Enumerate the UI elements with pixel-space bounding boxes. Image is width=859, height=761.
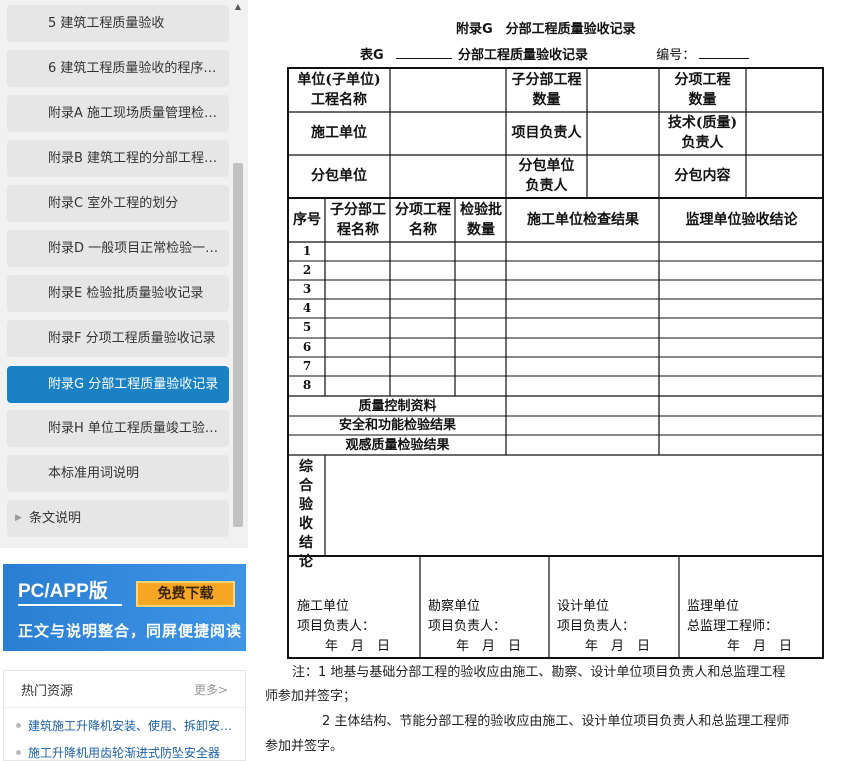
row-number: 1 [302, 244, 312, 258]
col-sub-header: 子分部工 程名称 [330, 202, 386, 238]
row-number: 2 [302, 263, 312, 277]
item-count-label: 分项工程 数量 [674, 72, 731, 108]
sign-date: 年 月 日 [456, 639, 522, 654]
sub-content-label: 分包内容 [674, 168, 731, 184]
row-number: 5 [302, 320, 312, 334]
sign-date: 年 月 日 [585, 639, 651, 654]
sign-block-supervisor: 监理单位 总监理工程师： 年 月 日 [687, 597, 792, 657]
sign-role: 项目负责人： [557, 619, 636, 634]
col-item-header: 分项工程 名称 [395, 202, 451, 238]
contractor-label: 施工单位 [311, 125, 367, 141]
subcontractor-label: 分包单位 [311, 168, 367, 184]
sign-role: 项目负责人： [428, 619, 507, 634]
sign-block-design: 设计单位 项目负责人： 年 月 日 [557, 597, 650, 657]
row-number: 8 [302, 378, 312, 392]
row-number: 4 [302, 301, 312, 315]
sign-org: 施工单位 [297, 599, 350, 614]
project-lead-label: 项目负责人 [511, 125, 582, 141]
unit-name-label: 单位(子单位) 工程名称 [297, 72, 381, 108]
col-batch-header: 检验批 数量 [460, 202, 502, 238]
sign-block-contractor: 施工单位 项目负责人： 年 月 日 [297, 597, 390, 657]
quality-data-label: 质量控制资料 [358, 398, 437, 414]
sub-lead-label: 分包单位 负责人 [518, 158, 575, 194]
sign-role: 总监理工程师： [687, 619, 779, 634]
tech-lead-label: 技术(质量) 负责人 [667, 115, 738, 151]
note-line: 师参加并签字； [265, 689, 357, 704]
sign-role: 项目负责人： [297, 619, 376, 634]
note-line: 2 主体结构、节能分部工程的验收应由施工、设计单位项目负责人和总监理工程师 [322, 714, 790, 729]
row-number: 7 [302, 359, 312, 373]
col-check-header: 施工单位检查结果 [527, 212, 639, 228]
sign-block-survey: 勘察单位 项目负责人： 年 月 日 [428, 597, 521, 657]
row-number: 3 [302, 282, 312, 296]
overall-conclusion-label: 综合验收结论 [299, 459, 313, 570]
sign-org: 监理单位 [687, 599, 740, 614]
note-line: 注：1 地基与基础分部工程的验收应由施工、勘察、设计单位项目负责人和总监理工程 [292, 665, 786, 680]
col-no-header: 序号 [293, 212, 321, 228]
page: 5 建筑工程质量验收 6 建筑工程质量验收的程序和组织 附录A 施工现场质量管理… [0, 0, 859, 761]
sign-org: 设计单位 [557, 599, 610, 614]
row-number: 6 [302, 340, 312, 354]
sign-org: 勘察单位 [428, 599, 481, 614]
appearance-result-label: 观感质量检验结果 [345, 437, 450, 453]
sub-count-label: 子分部工程 数量 [511, 72, 582, 108]
col-conclusion-header: 监理单位验收结论 [685, 212, 798, 228]
safety-result-label: 安全和功能检验结果 [338, 417, 456, 433]
sign-date: 年 月 日 [727, 639, 793, 654]
sign-date: 年 月 日 [325, 639, 391, 654]
note-line: 参加并签字。 [265, 739, 344, 754]
